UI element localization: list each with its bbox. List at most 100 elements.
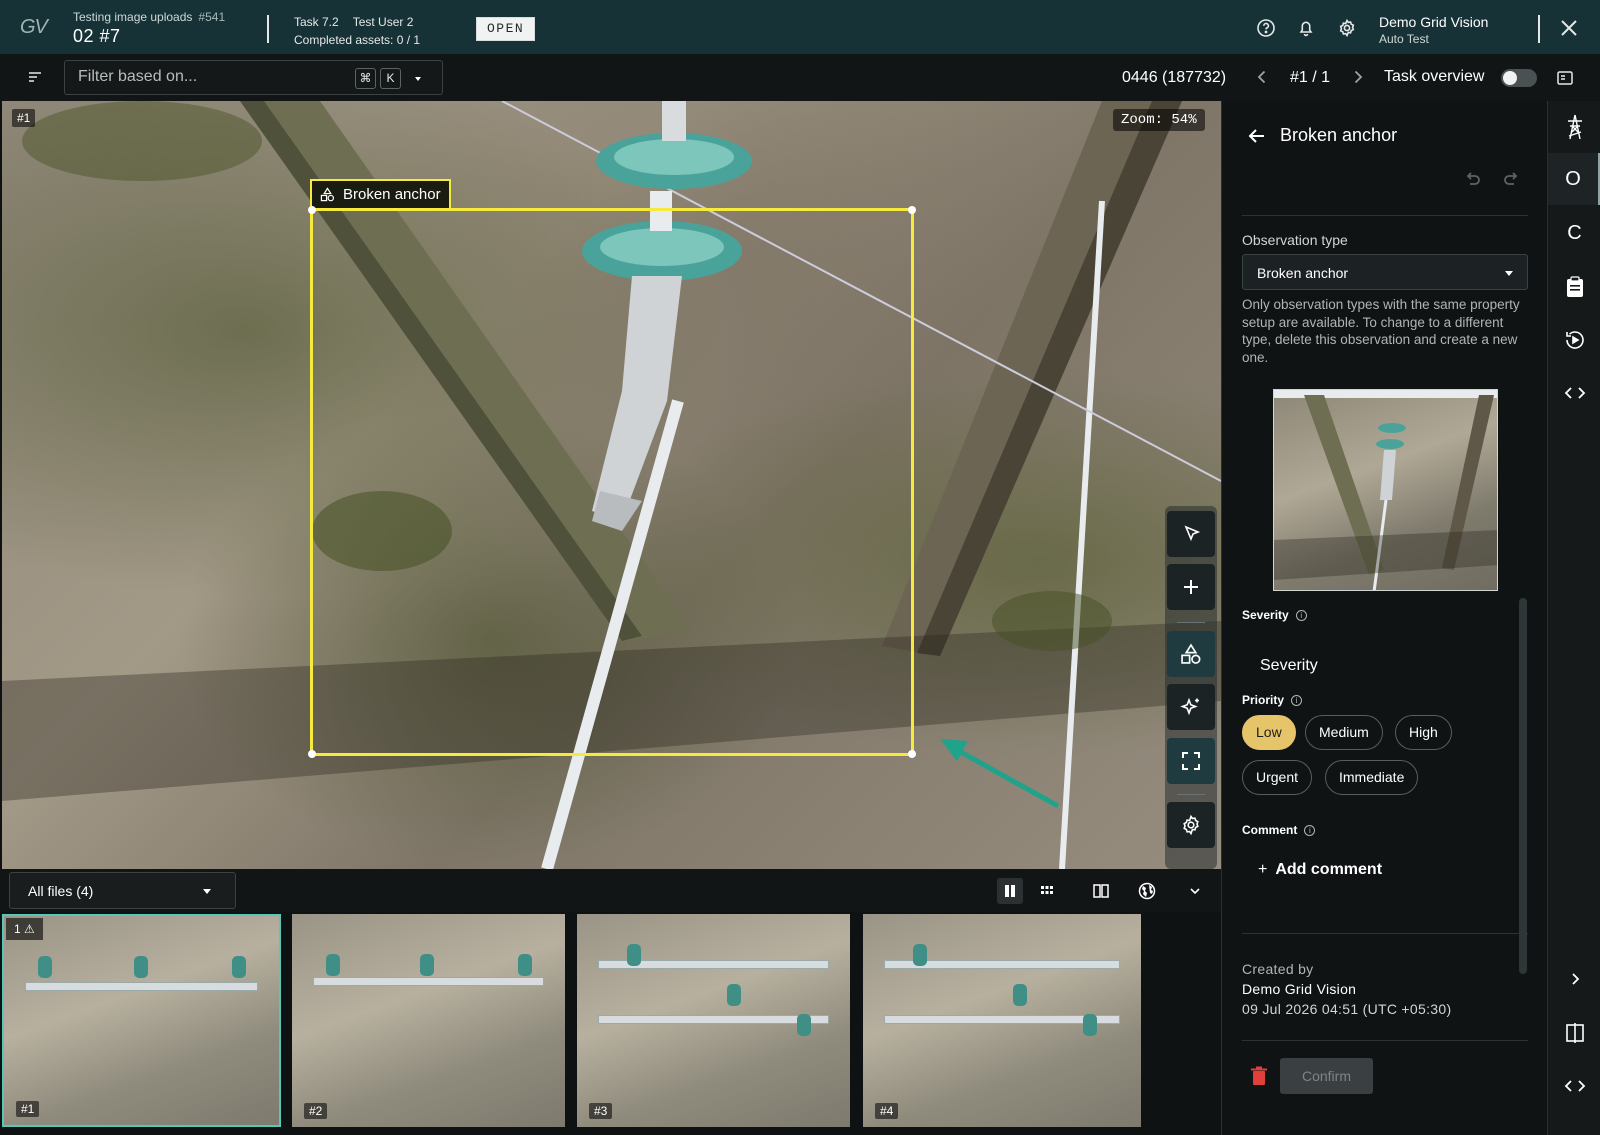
priority-immediate-chip[interactable]: Immediate — [1325, 760, 1419, 795]
redo-icon[interactable] — [1501, 168, 1523, 190]
priority-medium-chip[interactable]: Medium — [1305, 715, 1383, 750]
annotation-label[interactable]: Broken anchor — [310, 179, 451, 208]
ai-sparkle-tool[interactable] — [1167, 684, 1215, 730]
thumbnail-label: #4 — [875, 1103, 899, 1119]
observation-type-value: Broken anchor — [1257, 265, 1349, 281]
resize-handle[interactable] — [308, 206, 316, 214]
cursor-icon — [1184, 525, 1201, 542]
files-select[interactable]: All files (4) — [9, 872, 236, 909]
top-bar: GV Testing image uploads #541 02 #7 Task … — [0, 0, 1600, 54]
info-icon[interactable]: i — [1304, 825, 1316, 836]
code-icon[interactable] — [1548, 1060, 1600, 1112]
task-overview-toggle[interactable] — [1501, 69, 1537, 87]
split-panel-icon[interactable] — [1548, 1007, 1600, 1059]
divider — [1242, 933, 1528, 934]
insulator — [232, 956, 246, 978]
insulator — [326, 954, 340, 976]
selected-badge: 1 ⚠ — [6, 918, 43, 940]
priority-urgent-chip[interactable]: Urgent — [1242, 760, 1313, 795]
created-at: 09 Jul 2026 04:51 (UTC +05:30) — [1242, 1001, 1452, 1017]
thumbnail-1[interactable]: 1 ⚠ #1 — [2, 914, 281, 1127]
expand-chevron-icon[interactable] — [1548, 953, 1600, 1005]
filter-input[interactable] — [78, 68, 338, 86]
add-comment-button[interactable]: + Add comment — [1258, 861, 1382, 879]
resize-handle[interactable] — [308, 750, 316, 758]
resize-handle[interactable] — [908, 206, 916, 214]
chevron-down-icon — [203, 889, 211, 894]
clipboard-icon[interactable] — [1548, 261, 1600, 313]
select-pointer-tool[interactable] — [1167, 511, 1215, 557]
resize-handle[interactable] — [908, 750, 916, 758]
crossarm — [598, 1016, 829, 1024]
grid-view-icon[interactable] — [1034, 878, 1060, 904]
next-chevron-icon[interactable] — [1348, 67, 1368, 87]
thumbnail-3[interactable]: #3 — [577, 914, 850, 1127]
code-icon[interactable] — [1548, 367, 1600, 419]
back-arrow-icon[interactable] — [1246, 125, 1268, 147]
user-role: Auto Test — [1379, 32, 1429, 46]
single-view-icon[interactable] — [997, 878, 1023, 904]
insulator — [1083, 1014, 1097, 1036]
globe-icon[interactable] — [1134, 878, 1160, 904]
plus-icon: + — [1258, 861, 1268, 878]
previous-chevron-icon[interactable] — [1252, 67, 1272, 87]
filmstrip: 1 ⚠ #1 #2 #3 #4 — [0, 912, 1221, 1135]
priority-high-chip[interactable]: High — [1395, 715, 1452, 750]
completed-assets: Completed assets: 0 / 1 — [294, 33, 421, 47]
observation-panel: Broken anchor Observation type Broken an… — [1221, 101, 1547, 1135]
observation-type-select[interactable]: Broken anchor — [1242, 254, 1528, 290]
asset-counter: 0446 (187732) — [1122, 69, 1227, 86]
add-tool[interactable] — [1167, 564, 1215, 610]
observation-crop-preview[interactable] — [1273, 389, 1498, 591]
priority-label: Priority i — [1242, 693, 1303, 707]
viewer-settings-tool[interactable] — [1167, 802, 1215, 848]
task-info: Task 7.2 Test User 2 Completed assets: 0 … — [294, 13, 420, 49]
panel-layout-icon[interactable] — [1556, 69, 1574, 92]
compare-columns-icon[interactable] — [1088, 878, 1114, 904]
priority-low-chip[interactable]: Low — [1242, 715, 1296, 750]
thumbnail-2[interactable]: #2 — [292, 914, 565, 1127]
chevron-down-icon[interactable] — [415, 77, 421, 81]
insulator — [420, 954, 434, 976]
filter-field[interactable]: ⌘ K — [64, 60, 443, 95]
help-icon[interactable] — [1254, 16, 1278, 40]
image-viewer[interactable]: #1 Zoom: 54% Broken anchor — [2, 101, 1221, 869]
filter-bar: ⌘ K 0446 (187732) #1 / 1 Task overview — [0, 54, 1600, 101]
thumbnail-label: #2 — [304, 1103, 328, 1119]
status-badge[interactable]: OPEN — [476, 17, 536, 41]
crossarm — [313, 977, 544, 985]
bell-icon[interactable] — [1294, 16, 1318, 40]
panel-scrollbar[interactable] — [1519, 598, 1527, 974]
insulator — [1013, 984, 1027, 1006]
confirm-button[interactable]: Confirm — [1280, 1058, 1373, 1094]
thumbnail-4[interactable]: #4 — [863, 914, 1141, 1127]
fit-to-screen-tool[interactable] — [1167, 738, 1215, 784]
collapse-chevron-icon[interactable] — [1182, 878, 1208, 904]
undo-icon[interactable] — [1461, 168, 1483, 190]
created-by-name: Demo Grid Vision — [1242, 981, 1357, 997]
close-icon[interactable] — [1557, 16, 1581, 40]
settings-gear-icon[interactable] — [1335, 16, 1359, 40]
info-icon[interactable]: i — [1295, 610, 1307, 621]
annotation-bounding-box[interactable] — [308, 206, 916, 758]
info-icon[interactable]: i — [1291, 695, 1303, 706]
divider — [1242, 1040, 1528, 1041]
trash-icon[interactable] — [1250, 1066, 1268, 1086]
created-by-label: Created by — [1242, 961, 1314, 977]
rail-item-c[interactable]: C — [1548, 207, 1600, 259]
chevron-down-icon — [1505, 271, 1513, 276]
insulator — [134, 956, 148, 978]
sort-menu-icon[interactable] — [26, 68, 44, 91]
thumbnail-label: #3 — [589, 1103, 613, 1119]
history-play-icon[interactable] — [1548, 314, 1600, 366]
user-menu[interactable]: Demo Grid Vision Auto Test — [1379, 14, 1488, 48]
observation-shapes-tool[interactable] — [1167, 631, 1215, 677]
app-logo[interactable]: GV — [20, 16, 48, 39]
severity-value[interactable]: Severity — [1260, 657, 1318, 675]
fullscreen-icon — [1182, 752, 1200, 770]
severity-label: Severity i — [1242, 608, 1307, 622]
transmission-tower-icon[interactable] — [1548, 101, 1600, 153]
task-name: Task 7.2 — [294, 15, 339, 29]
rail-item-observations[interactable]: O — [1548, 153, 1600, 205]
right-rail: O C — [1547, 101, 1600, 1135]
